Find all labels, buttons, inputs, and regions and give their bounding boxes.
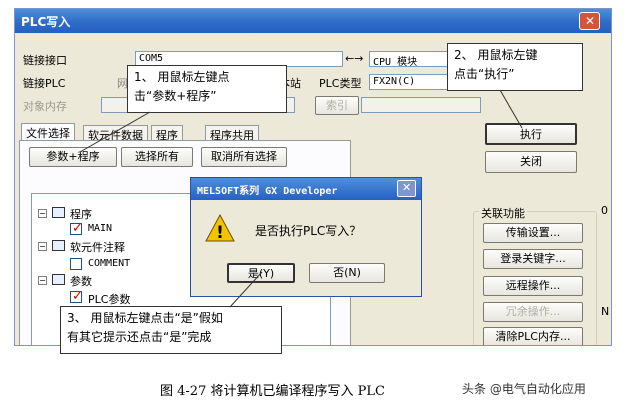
callout-pointers — [79, 89, 523, 308]
watermark-text: 头条 @电气自动化应用 — [462, 382, 586, 396]
figure-caption: 图 4-27 将计算机已编译程序写入 PLC — [160, 384, 385, 399]
pointer-line-1 — [79, 111, 151, 153]
pointer-line-3 — [229, 271, 263, 308]
pointer-line-2 — [499, 89, 523, 129]
